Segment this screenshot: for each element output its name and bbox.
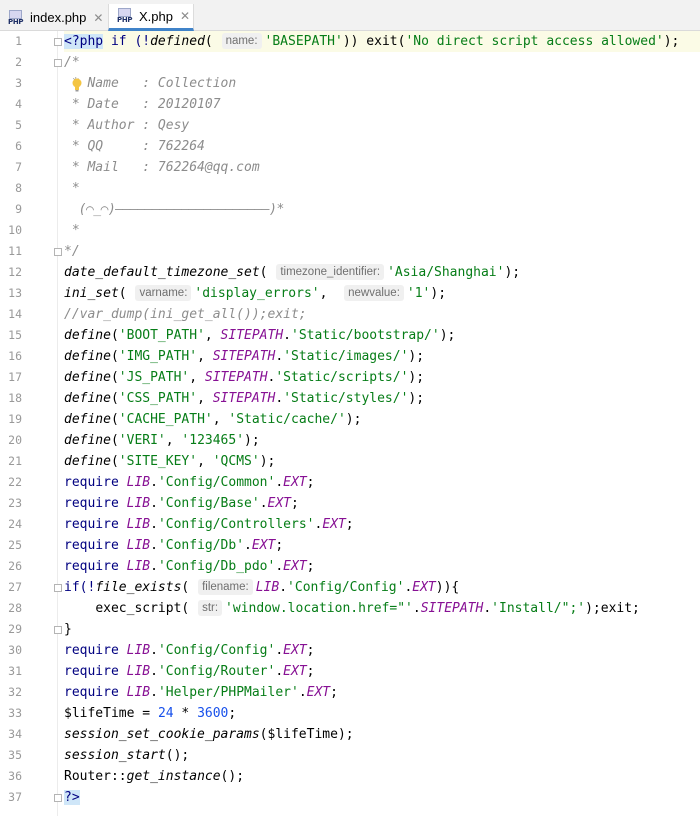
code-line-23: require LIB.'Config/Base'.EXT; bbox=[64, 496, 299, 511]
line-number: 37 bbox=[8, 790, 22, 804]
line-number: 29 bbox=[8, 622, 22, 636]
code-line-37: ?> bbox=[64, 790, 80, 805]
line-number: 9 bbox=[15, 202, 22, 216]
code-line-11: */ bbox=[64, 244, 80, 259]
line-number: 30 bbox=[8, 643, 22, 657]
line-number: 13 bbox=[8, 286, 22, 300]
line-number: 7 bbox=[15, 160, 22, 174]
line-number: 35 bbox=[8, 748, 22, 762]
line-number: 26 bbox=[8, 559, 22, 573]
line-number: 10 bbox=[8, 223, 22, 237]
line-number: 17 bbox=[8, 370, 22, 384]
tab-index-php[interactable]: PHP index.php ✕ bbox=[0, 4, 108, 31]
lightbulb-icon[interactable] bbox=[71, 78, 83, 92]
code-line-18: define('CSS_PATH', SITEPATH.'Static/styl… bbox=[64, 391, 425, 406]
code-line-10: * bbox=[64, 223, 80, 238]
fold-marker-icon[interactable] bbox=[54, 626, 62, 634]
code-line-35: session_start(); bbox=[64, 748, 190, 763]
code-line-13: ini_set( varname:'display_errors', newva… bbox=[64, 285, 447, 301]
code-line-2: /* bbox=[64, 55, 80, 70]
line-number: 34 bbox=[8, 727, 22, 741]
line-number: 16 bbox=[8, 349, 22, 363]
line-number: 28 bbox=[8, 601, 22, 615]
code-line-16: define('IMG_PATH', SITEPATH.'Static/imag… bbox=[64, 349, 425, 364]
parameter-hint: varname: bbox=[135, 285, 192, 301]
line-number: 36 bbox=[8, 769, 22, 783]
code-line-28: exec_script( str:'window.location.href="… bbox=[95, 600, 640, 616]
code-line-36: Router::get_instance(); bbox=[64, 769, 245, 784]
parameter-hint: newvalue: bbox=[344, 285, 404, 301]
tab-label: index.php bbox=[30, 10, 87, 25]
line-number: 18 bbox=[8, 391, 22, 405]
code-line-25: require LIB.'Config/Db'.EXT; bbox=[64, 538, 284, 553]
line-number: 1 bbox=[15, 34, 22, 48]
parameter-hint: name: bbox=[221, 33, 262, 49]
code-line-19: define('CACHE_PATH', 'Static/cache/'); bbox=[64, 412, 362, 427]
line-number: 6 bbox=[15, 139, 22, 153]
close-icon[interactable]: ✕ bbox=[93, 11, 103, 25]
line-number: 11 bbox=[8, 244, 22, 258]
line-number: 8 bbox=[15, 181, 22, 195]
code-line-15: define('BOOT_PATH', SITEPATH.'Static/boo… bbox=[64, 328, 456, 343]
code-line-26: require LIB.'Config/Db_pdo'.EXT; bbox=[64, 559, 315, 574]
line-number: 32 bbox=[8, 685, 22, 699]
line-number: 22 bbox=[8, 475, 22, 489]
line-number: 19 bbox=[8, 412, 22, 426]
line-number: 31 bbox=[8, 664, 22, 678]
code-line-6: * QQ : 762264 bbox=[64, 139, 205, 154]
php-file-icon: PHP bbox=[117, 8, 133, 24]
parameter-hint: timezone_identifier: bbox=[276, 264, 385, 280]
line-number: 25 bbox=[8, 538, 22, 552]
fold-marker-icon[interactable] bbox=[54, 584, 62, 592]
fold-marker-icon[interactable] bbox=[54, 59, 62, 67]
code-line-3: * Name : Collection bbox=[64, 76, 237, 91]
fold-marker-icon[interactable] bbox=[54, 248, 62, 256]
line-number: 24 bbox=[8, 517, 22, 531]
line-number: 20 bbox=[8, 433, 22, 447]
code-line-9: (⌒_⌒)—————————————————————)* bbox=[64, 202, 285, 217]
code-line-30: require LIB.'Config/Config'.EXT; bbox=[64, 643, 315, 658]
line-number: 5 bbox=[15, 118, 22, 132]
code-line-7: * Mail : 762264@qq.com bbox=[64, 160, 260, 175]
line-number: 14 bbox=[8, 307, 22, 321]
code-line-31: require LIB.'Config/Router'.EXT; bbox=[64, 664, 315, 679]
line-number: 3 bbox=[15, 76, 22, 90]
code-line-32: require LIB.'Helper/PHPMailer'.EXT; bbox=[64, 685, 338, 700]
code-line-5: * Author : Qesy bbox=[64, 118, 190, 133]
line-number-gutter: 1 2 3 4 5 6 7 8 9 10 11 12 13 14 15 16 17 18 19 20 21 22 23 24 2… bbox=[0, 31, 62, 816]
line-number: 33 bbox=[8, 706, 22, 720]
code-line-24: require LIB.'Config/Controllers'.EXT; bbox=[64, 517, 354, 532]
code-line-27: if(!file_exists( filename: LIB.'Config/Co… bbox=[64, 579, 460, 595]
code-line-20: define('VERI', '123465'); bbox=[64, 433, 260, 448]
parameter-hint: str: bbox=[198, 600, 223, 616]
code-line-34: session_set_cookie_params($lifeTime); bbox=[64, 727, 354, 742]
code-line-29: } bbox=[64, 622, 72, 637]
code-line-33: $lifeTime = 24 * 3600; bbox=[64, 706, 237, 721]
line-number: 4 bbox=[15, 97, 22, 111]
close-icon[interactable]: ✕ bbox=[180, 9, 190, 23]
tab-x-php[interactable]: PHP X.php ✕ bbox=[108, 4, 194, 31]
editor-tab-bar: PHP index.php ✕ PHP X.php ✕ bbox=[0, 0, 700, 31]
tab-label: X.php bbox=[139, 8, 173, 24]
fold-marker-icon[interactable] bbox=[54, 38, 62, 46]
line-number: 23 bbox=[8, 496, 22, 510]
code-line-12: date_default_timezone_set( timezone_iden… bbox=[64, 264, 521, 280]
code-line-14: //var_dump(ini_get_all());exit; bbox=[64, 307, 307, 322]
code-line-1: <?php if (!defined( name: 'BASEPATH')) ex… bbox=[64, 33, 680, 49]
parameter-hint: filename: bbox=[198, 579, 253, 595]
code-line-8: * bbox=[64, 181, 80, 196]
php-file-icon: PHP bbox=[8, 9, 24, 26]
code-line-21: define('SITE_KEY', 'QCMS'); bbox=[64, 454, 276, 469]
line-number: 27 bbox=[8, 580, 22, 594]
line-number: 2 bbox=[15, 55, 22, 69]
line-number: 15 bbox=[8, 328, 22, 342]
code-line-22: require LIB.'Config/Common'.EXT; bbox=[64, 475, 315, 490]
line-number: 12 bbox=[8, 265, 22, 279]
fold-marker-icon[interactable] bbox=[54, 794, 62, 802]
line-number: 21 bbox=[8, 454, 22, 468]
code-line-4: * Date : 20120107 bbox=[64, 97, 221, 112]
code-line-17: define('JS_PATH', SITEPATH.'Static/scrip… bbox=[64, 370, 425, 385]
